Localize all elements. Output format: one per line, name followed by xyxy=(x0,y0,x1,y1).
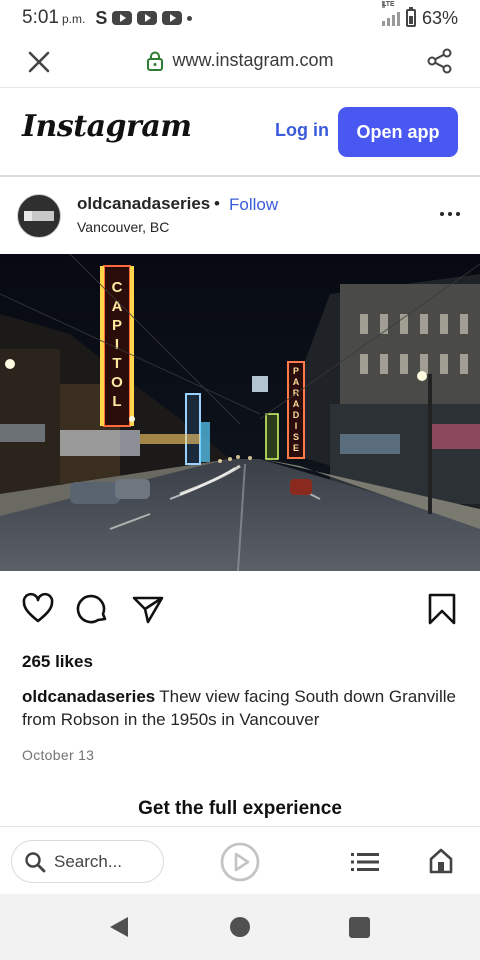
comment-icon[interactable] xyxy=(76,592,110,626)
youtube-icon xyxy=(162,11,183,25)
status-time: 5:01 p.m. xyxy=(22,7,85,29)
post-actions xyxy=(0,592,480,632)
search-icon xyxy=(25,851,46,872)
menu-icon[interactable] xyxy=(351,851,379,873)
post-header: oldcanadaseries • Follow Vancouver, BC xyxy=(0,180,480,252)
post-photo[interactable]: CAPITOL PARADISE xyxy=(0,254,480,571)
post-caption: oldcanadaseries Thew view facing South do… xyxy=(22,685,462,731)
avatar-logo-icon xyxy=(24,211,54,221)
separator-dot: • xyxy=(214,194,220,213)
network-type: LTE xyxy=(381,1,395,8)
browser-bottom-bar: Search... xyxy=(0,826,480,894)
signal-icon: LTE xyxy=(381,1,400,26)
follow-button[interactable]: Follow xyxy=(229,195,278,215)
login-link[interactable]: Log in xyxy=(275,120,329,141)
search-input[interactable]: Search... xyxy=(11,840,164,883)
battery-percent: 63% xyxy=(421,7,458,28)
more-notifications-icon xyxy=(187,15,193,21)
post-location[interactable]: Vancouver, BC xyxy=(77,219,169,235)
home-icon[interactable] xyxy=(428,847,454,875)
android-nav-bar xyxy=(0,894,480,960)
youtube-icon xyxy=(137,11,158,25)
instagram-header: Instagram Log in Open app xyxy=(0,89,480,177)
ampm: p.m. xyxy=(61,12,86,26)
url-display[interactable]: www.instagram.com xyxy=(0,50,480,71)
likes-count[interactable]: 265 likes xyxy=(22,652,93,672)
notification-icons: S xyxy=(95,7,193,29)
caption-username[interactable]: oldcanadaseries xyxy=(22,687,155,706)
notification-s-icon: S xyxy=(95,7,108,28)
full-experience-heading: Get the full experience xyxy=(138,798,342,819)
post-username[interactable]: oldcanadaseries xyxy=(77,194,210,214)
share-icon[interactable] xyxy=(426,47,454,75)
avatar[interactable] xyxy=(17,194,61,238)
instagram-logo[interactable]: Instagram xyxy=(22,109,192,144)
url-text: www.instagram.com xyxy=(172,50,334,70)
back-icon[interactable] xyxy=(108,915,130,939)
status-bar: 5:01 p.m. S LTE 63% xyxy=(0,0,480,36)
battery-icon xyxy=(405,7,416,27)
status-right: LTE 63% xyxy=(381,1,458,29)
bookmark-icon[interactable] xyxy=(425,592,459,626)
open-app-button[interactable]: Open app xyxy=(338,107,458,157)
browser-url-bar: www.instagram.com xyxy=(0,36,480,88)
home-circle-icon[interactable] xyxy=(230,917,250,937)
more-options-icon[interactable] xyxy=(440,212,460,216)
search-placeholder: Search... xyxy=(54,851,123,871)
clock: 5:01 xyxy=(22,7,59,28)
youtube-icon xyxy=(112,11,133,25)
post-date: October 13 xyxy=(22,747,95,763)
recent-apps-icon[interactable] xyxy=(349,917,370,938)
paradise-sign: PARADISE xyxy=(293,366,300,453)
heart-icon[interactable] xyxy=(21,592,55,626)
lock-icon xyxy=(147,51,164,71)
send-icon[interactable] xyxy=(131,592,165,626)
play-icon[interactable] xyxy=(219,841,261,883)
